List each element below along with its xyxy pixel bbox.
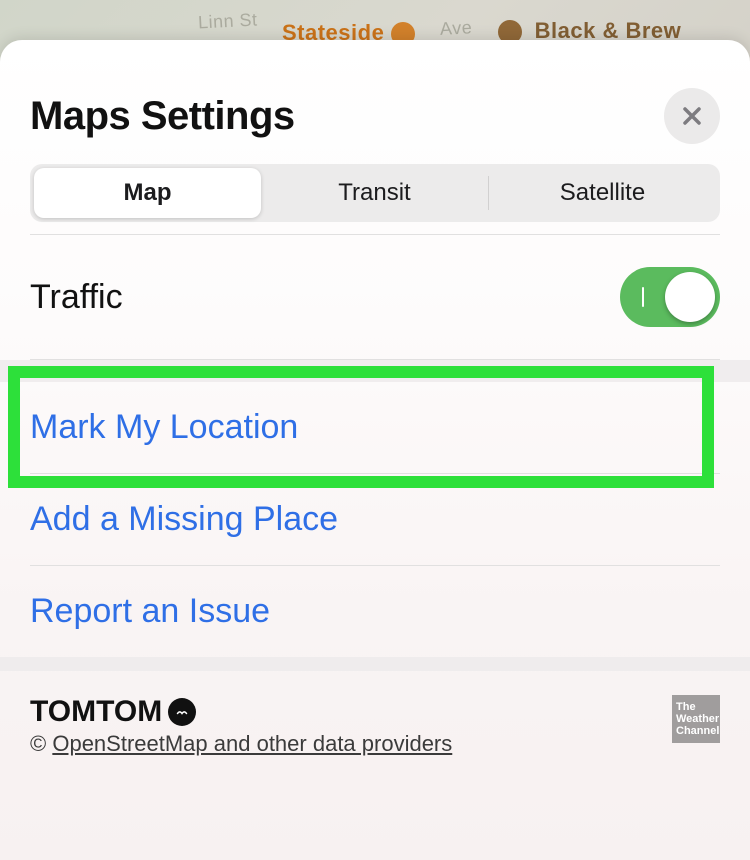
segment-label: Map bbox=[124, 179, 172, 207]
traffic-section: Traffic bbox=[0, 234, 750, 360]
close-icon bbox=[680, 104, 704, 128]
sheet-header: Maps Settings bbox=[0, 40, 750, 164]
page-title: Maps Settings bbox=[30, 94, 295, 139]
copyright-line: © OpenStreetMap and other data providers bbox=[30, 731, 452, 757]
traffic-row: Traffic bbox=[30, 235, 720, 360]
segment-satellite[interactable]: Satellite bbox=[489, 168, 716, 218]
footer: TOMTOM © OpenStreetMap and other data pr… bbox=[0, 671, 750, 757]
close-button[interactable] bbox=[664, 88, 720, 144]
settings-sheet: Maps Settings Map Transit Satellite Traf… bbox=[0, 40, 750, 860]
data-providers-link[interactable]: OpenStreetMap and other data providers bbox=[52, 731, 452, 756]
tomtom-logo: TOMTOM bbox=[30, 695, 452, 729]
section-gap bbox=[0, 657, 750, 671]
mark-location-row[interactable]: Mark My Location bbox=[30, 382, 720, 474]
attribution: TOMTOM © OpenStreetMap and other data pr… bbox=[30, 695, 452, 757]
tomtom-hands-icon bbox=[168, 698, 196, 726]
add-missing-place-row[interactable]: Add a Missing Place bbox=[30, 474, 720, 566]
section-gap bbox=[0, 360, 750, 382]
switch-on-indicator-icon bbox=[642, 287, 644, 307]
twc-line: Channel bbox=[676, 725, 716, 737]
tomtom-wordmark: TOMTOM bbox=[30, 695, 162, 729]
twc-line: Weather bbox=[676, 713, 716, 725]
segment-transit[interactable]: Transit bbox=[261, 168, 488, 218]
report-issue-row[interactable]: Report an Issue bbox=[30, 566, 720, 657]
twc-line: The bbox=[676, 701, 716, 713]
weather-channel-logo: The Weather Channel bbox=[672, 695, 720, 743]
actions-section: Mark My Location Add a Missing Place Rep… bbox=[0, 382, 750, 657]
action-label: Mark My Location bbox=[30, 408, 298, 446]
action-label: Add a Missing Place bbox=[30, 500, 338, 538]
segment-label: Transit bbox=[338, 179, 410, 207]
traffic-toggle[interactable] bbox=[620, 267, 720, 327]
copyright-symbol: © bbox=[30, 731, 46, 756]
map-type-segmented-control: Map Transit Satellite bbox=[0, 164, 750, 234]
traffic-label: Traffic bbox=[30, 278, 123, 317]
switch-knob-icon bbox=[665, 272, 715, 322]
action-label: Report an Issue bbox=[30, 592, 270, 630]
segment-label: Satellite bbox=[560, 179, 645, 207]
segment-map[interactable]: Map bbox=[34, 168, 261, 218]
